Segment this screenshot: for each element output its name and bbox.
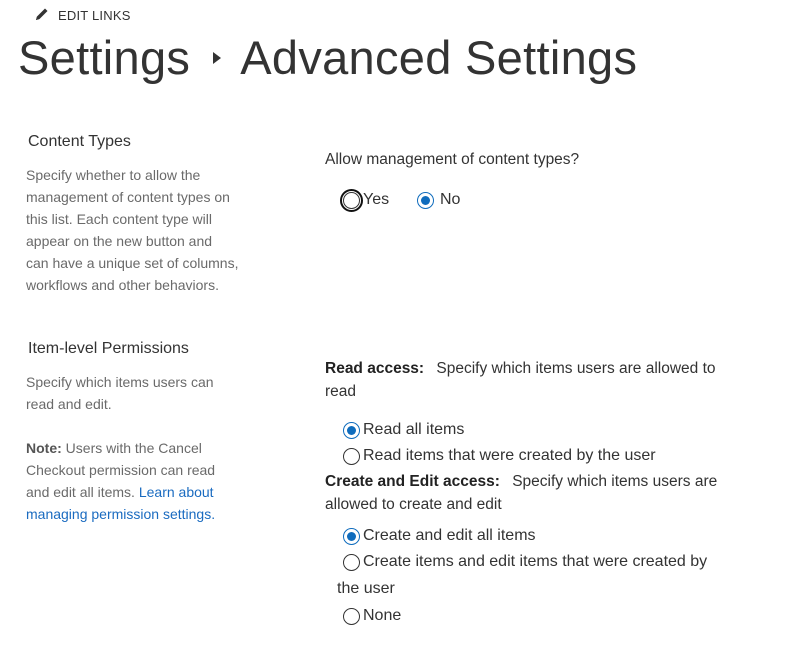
item-permissions-description: Specify which items users can read and e… <box>26 374 214 412</box>
content-types-no-radio[interactable] <box>417 191 434 209</box>
advanced-settings-page: EDIT LINKS Settings Advanced Settings Co… <box>0 0 800 647</box>
edit-access-description: Create and Edit access: Specify which it… <box>325 473 718 513</box>
create-edit-all-option[interactable]: Create and edit all items <box>343 527 536 545</box>
create-edit-own-option[interactable]: Create items and edit items that were cr… <box>343 553 707 571</box>
item-permissions-note: Note: Users with the Cancel Checkout per… <box>26 440 216 522</box>
learn-about-permissions-link[interactable]: Learn about <box>139 484 214 500</box>
content-types-description: Specify whether to allow the management … <box>26 167 239 293</box>
content-types-question: Allow management of content types? <box>325 151 580 168</box>
page-title: Advanced Settings <box>240 31 638 84</box>
read-access-label: Read access: <box>325 360 425 377</box>
edit-links-button[interactable]: EDIT LINKS <box>34 6 131 25</box>
read-access-description: Read access: Specify which items users a… <box>325 360 716 400</box>
breadcrumb: Settings Advanced Settings <box>18 30 637 85</box>
learn-about-permissions-link-continued[interactable]: managing permission settings. <box>26 506 215 522</box>
edit-none-option[interactable]: None <box>343 607 401 625</box>
read-all-items-radio[interactable] <box>343 421 360 439</box>
read-all-items-option[interactable]: Read all items <box>343 421 464 439</box>
content-types-heading: Content Types <box>28 133 131 150</box>
item-permissions-heading: Item-level Permissions <box>28 340 189 357</box>
create-edit-own-label-continued[interactable]: the user <box>337 580 395 598</box>
content-types-yes-option[interactable]: Yes <box>340 188 389 212</box>
edit-access-label: Create and Edit access: <box>325 473 500 490</box>
pencil-icon <box>34 6 50 25</box>
content-types-no-option[interactable]: No <box>417 191 460 209</box>
read-own-items-option[interactable]: Read items that were created by the user <box>343 447 656 465</box>
read-own-items-radio[interactable] <box>343 447 360 465</box>
breadcrumb-settings-link[interactable]: Settings <box>18 30 190 85</box>
edit-none-radio[interactable] <box>343 607 360 625</box>
edit-links-label: EDIT LINKS <box>58 8 131 23</box>
triangle-right-icon <box>212 51 222 65</box>
create-edit-own-radio[interactable] <box>343 553 360 571</box>
create-edit-all-radio[interactable] <box>343 527 360 545</box>
content-types-yes-radio[interactable] <box>340 188 363 212</box>
